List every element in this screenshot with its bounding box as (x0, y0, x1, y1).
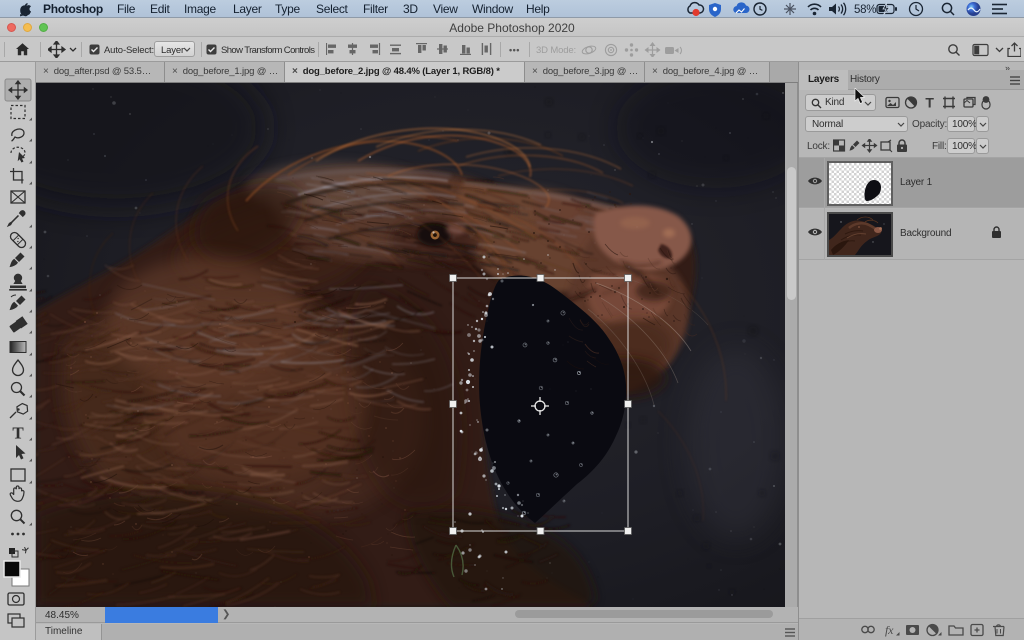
svg-text:fx: fx (885, 623, 894, 637)
svg-text:58%: 58% (854, 4, 876, 16)
svg-text:T: T (925, 95, 934, 110)
svg-text:T: T (12, 424, 24, 443)
